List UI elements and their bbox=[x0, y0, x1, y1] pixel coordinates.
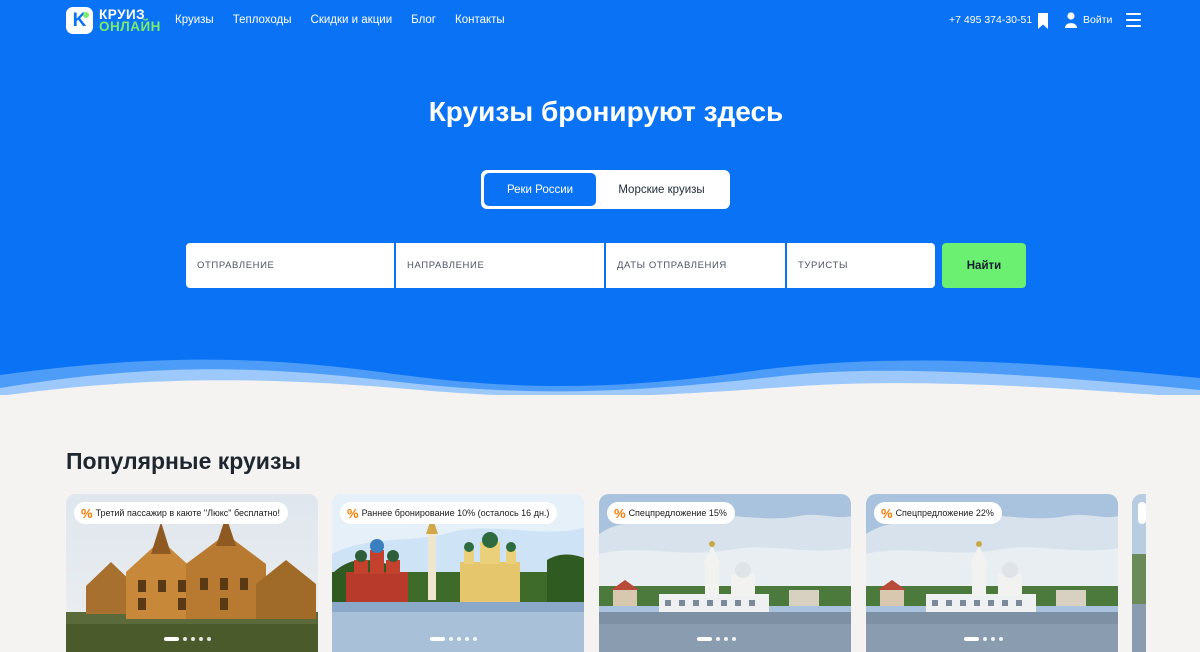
menu-icon[interactable] bbox=[1126, 13, 1141, 28]
promo-text: Спецпредложение 22% bbox=[895, 508, 994, 518]
tourists-field[interactable]: ТУРИСТЫ bbox=[787, 243, 935, 288]
percent-icon: % bbox=[81, 505, 93, 521]
promo-badge: % Третий пассажир в каюте "Люкс" бесплат… bbox=[74, 502, 289, 524]
slider-dots[interactable] bbox=[430, 637, 477, 641]
departure-label: ОТПРАВЛЕНИЕ bbox=[197, 260, 275, 271]
nav-item-ships[interactable]: Теплоходы bbox=[233, 14, 292, 26]
main-nav: Круизы Теплоходы Скидки и акции Блог Кон… bbox=[175, 14, 505, 26]
percent-icon: % bbox=[614, 505, 626, 521]
bookmark-icon[interactable] bbox=[1037, 13, 1049, 29]
popular-section-title: Популярные круизы bbox=[66, 448, 302, 474]
nav-item-contacts[interactable]: Контакты bbox=[455, 14, 505, 26]
search-button[interactable]: Найти bbox=[942, 243, 1026, 288]
promo-badge: % Спецпредложение 22% bbox=[874, 502, 1002, 524]
slider-dots[interactable] bbox=[697, 637, 736, 641]
logo-line2: ОНЛАЙН bbox=[99, 18, 161, 34]
promo-text: Раннее бронирование 10% (осталось 16 дн.… bbox=[361, 508, 550, 518]
cruise-card-2[interactable]: % Раннее бронирование 10% (осталось 16 д… bbox=[332, 494, 584, 652]
site-header: K КРУИЗ ОНЛАЙН Круизы Теплоходы Скидки и… bbox=[0, 0, 1200, 44]
direction-label: НАПРАВЛЕНИЕ bbox=[407, 260, 485, 271]
percent-icon: % bbox=[347, 505, 359, 521]
hero-title: Круизы бронируют здесь bbox=[428, 96, 784, 127]
cruise-type-tabs: Реки России Морские круизы bbox=[481, 170, 730, 209]
cruise-card-4[interactable]: % Спецпредложение 22% bbox=[866, 494, 1118, 652]
nav-item-discounts[interactable]: Скидки и акции bbox=[311, 14, 393, 26]
percent-icon: % bbox=[881, 505, 893, 521]
logo-mark-icon: K bbox=[66, 7, 93, 34]
promo-text: Спецпредложение 15% bbox=[628, 508, 727, 518]
departure-field[interactable]: ОТПРАВЛЕНИЕ bbox=[186, 243, 394, 288]
phone-link[interactable]: +7 495 374-30-51 bbox=[949, 14, 1032, 26]
hero-section: K КРУИЗ ОНЛАЙН Круизы Теплоходы Скидки и… bbox=[0, 0, 1200, 395]
tourists-label: ТУРИСТЫ bbox=[798, 260, 848, 271]
logo[interactable]: K КРУИЗ ОНЛАЙН bbox=[66, 7, 161, 34]
user-icon bbox=[1065, 12, 1077, 28]
slider-dots[interactable] bbox=[164, 637, 211, 641]
direction-field[interactable]: НАПРАВЛЕНИЕ bbox=[396, 243, 604, 288]
dates-label: ДАТЫ ОТПРАВЛЕНИЯ bbox=[617, 260, 727, 271]
nav-item-cruises[interactable]: Круизы bbox=[175, 14, 214, 26]
slider-dots[interactable] bbox=[964, 637, 1003, 641]
promo-badge: % Раннее бронирование 10% (осталось 16 д… bbox=[340, 502, 558, 524]
dates-field[interactable]: ДАТЫ ОТПРАВЛЕНИЯ bbox=[606, 243, 785, 288]
tab-sea[interactable]: Морские круизы bbox=[596, 173, 727, 206]
cruise-card-1[interactable]: % Третий пассажир в каюте "Люкс" бесплат… bbox=[66, 494, 318, 652]
cruise-card-3[interactable]: % Спецпредложение 15% bbox=[599, 494, 851, 652]
wave-decoration bbox=[0, 359, 1200, 395]
tab-rivers[interactable]: Реки России bbox=[484, 173, 596, 206]
promo-text: Третий пассажир в каюте "Люкс" бесплатно… bbox=[95, 508, 281, 518]
login-label: Войти bbox=[1083, 14, 1113, 26]
promo-badge: % Спецпредложение 15% bbox=[607, 502, 735, 524]
login-button[interactable]: Войти bbox=[1065, 12, 1112, 28]
cruise-card-photo bbox=[1132, 494, 1146, 652]
nav-item-blog[interactable]: Блог bbox=[411, 14, 436, 26]
cruise-card-5-partial[interactable] bbox=[1132, 494, 1146, 652]
